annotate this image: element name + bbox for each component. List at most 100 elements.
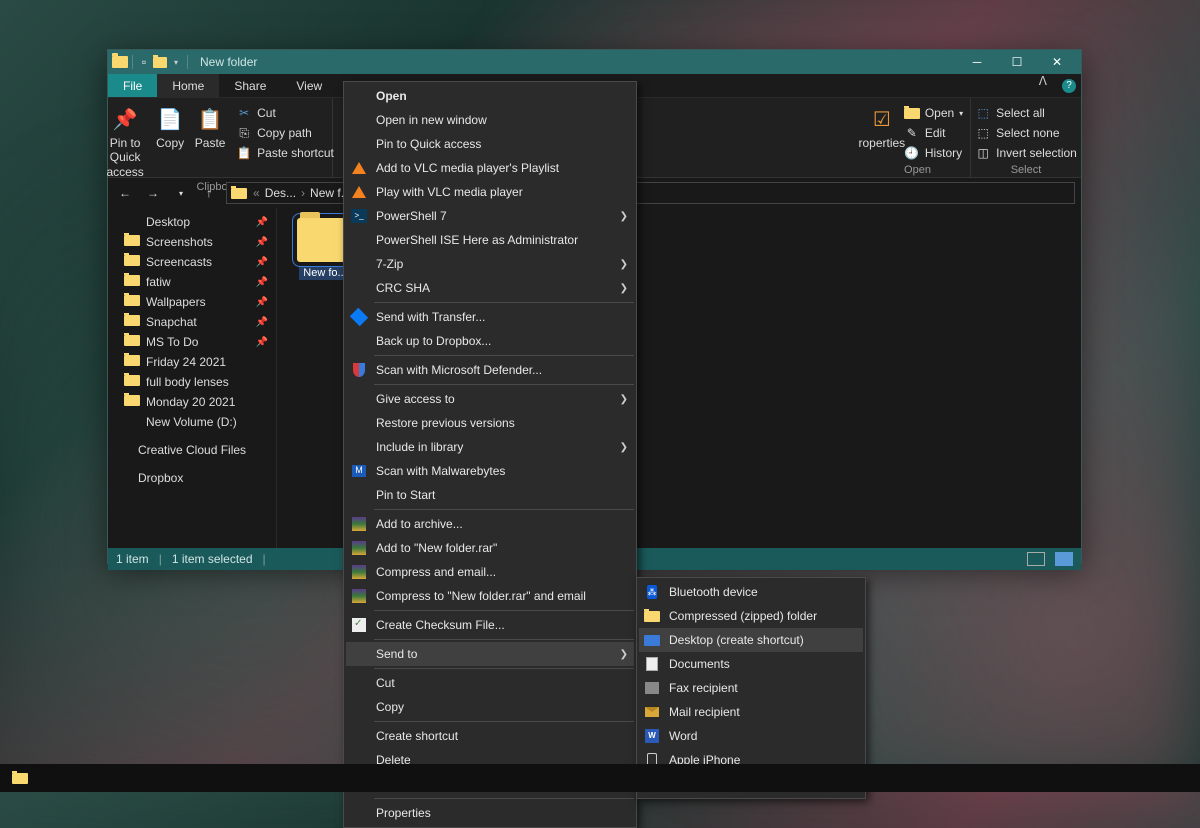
select-none-button[interactable]: ⬚Select none bbox=[971, 124, 1081, 142]
sidebar-item-label: Screenshots bbox=[146, 235, 213, 249]
breadcrumb-segment[interactable]: Des... bbox=[262, 186, 299, 200]
menu-item[interactable]: PowerShell ISE Here as Administrator bbox=[346, 228, 634, 252]
sidebar-item[interactable]: fatiw📌 bbox=[108, 272, 276, 292]
menu-item[interactable]: WWord bbox=[639, 724, 863, 748]
qat-properties-icon[interactable]: ▫ bbox=[137, 55, 151, 69]
blank-icon bbox=[350, 136, 368, 152]
paste-shortcut-button[interactable]: 📋Paste shortcut bbox=[232, 144, 338, 162]
close-button[interactable]: ✕ bbox=[1037, 50, 1077, 74]
menu-item[interactable]: CRC SHA❯ bbox=[346, 276, 634, 300]
back-button[interactable]: ← bbox=[114, 182, 136, 204]
folder-icon bbox=[124, 335, 140, 349]
tab-file[interactable]: File bbox=[108, 74, 157, 97]
menu-item[interactable]: Include in library❯ bbox=[346, 435, 634, 459]
pin-icon: 📌 bbox=[256, 257, 268, 268]
menu-item[interactable]: >_PowerShell 7❯ bbox=[346, 204, 634, 228]
menu-item-label: Open in new window bbox=[376, 113, 628, 127]
menu-item[interactable]: Open bbox=[346, 84, 634, 108]
up-button[interactable]: ↑ bbox=[198, 182, 220, 204]
menu-item-label: Desktop (create shortcut) bbox=[669, 633, 857, 647]
open-button[interactable]: Open ▾ bbox=[900, 104, 967, 122]
menu-item[interactable]: Copy bbox=[346, 695, 634, 719]
navigation-sidebar[interactable]: Desktop📌Screenshots📌Screencasts📌fatiw📌Wa… bbox=[108, 208, 276, 548]
tab-home[interactable]: Home bbox=[157, 74, 219, 97]
menu-item[interactable]: Add to archive... bbox=[346, 512, 634, 536]
menu-item-label: Restore previous versions bbox=[376, 416, 628, 430]
collapse-ribbon-icon[interactable]: ᐱ bbox=[1035, 74, 1051, 97]
menu-item[interactable]: Compressed (zipped) folder bbox=[639, 604, 863, 628]
sidebar-item[interactable]: Monday 20 2021 bbox=[108, 392, 276, 412]
tab-view[interactable]: View bbox=[281, 74, 337, 97]
sidebar-item[interactable]: Screencasts📌 bbox=[108, 252, 276, 272]
minimize-button[interactable]: ─ bbox=[957, 50, 997, 74]
menu-item[interactable]: Add to VLC media player's Playlist bbox=[346, 156, 634, 180]
menu-item-label: Back up to Dropbox... bbox=[376, 334, 628, 348]
recent-dropdown[interactable]: ▾ bbox=[170, 182, 192, 204]
menu-item[interactable]: Restore previous versions bbox=[346, 411, 634, 435]
menu-item[interactable]: Compress and email... bbox=[346, 560, 634, 584]
menu-item[interactable]: Give access to❯ bbox=[346, 387, 634, 411]
menu-item[interactable]: Fax recipient bbox=[639, 676, 863, 700]
cut-button[interactable]: ✂Cut bbox=[232, 104, 338, 122]
sidebar-item[interactable]: full body lenses bbox=[108, 372, 276, 392]
ribbon-group-label: Open bbox=[904, 164, 931, 176]
history-button[interactable]: 🕘History bbox=[900, 144, 967, 162]
sidebar-item[interactable]: Snapchat📌 bbox=[108, 312, 276, 332]
menu-item[interactable]: Create shortcut bbox=[346, 724, 634, 748]
menu-item[interactable]: MScan with Malwarebytes bbox=[346, 459, 634, 483]
menu-item[interactable]: Play with VLC media player bbox=[346, 180, 634, 204]
folder-icon bbox=[124, 255, 140, 269]
menu-item[interactable]: Compress to "New folder.rar" and email bbox=[346, 584, 634, 608]
menu-item[interactable]: Add to "New folder.rar" bbox=[346, 536, 634, 560]
menu-item[interactable]: Documents bbox=[639, 652, 863, 676]
menu-item[interactable]: ⁂Bluetooth device bbox=[639, 580, 863, 604]
sidebar-item[interactable]: Screenshots📌 bbox=[108, 232, 276, 252]
menu-item[interactable]: Mail recipient bbox=[639, 700, 863, 724]
menu-item[interactable]: Properties bbox=[346, 801, 634, 825]
sidebar-item[interactable]: Wallpapers📌 bbox=[108, 292, 276, 312]
menu-item[interactable]: Send with Transfer... bbox=[346, 305, 634, 329]
sidebar-item[interactable]: MS To Do📌 bbox=[108, 332, 276, 352]
menu-item[interactable]: 7-Zip❯ bbox=[346, 252, 634, 276]
ribbon-group-label: Select bbox=[1011, 164, 1042, 176]
forward-button[interactable]: → bbox=[142, 182, 164, 204]
menu-item[interactable]: Create Checksum File... bbox=[346, 613, 634, 637]
sidebar-item[interactable]: Creative Cloud Files bbox=[108, 440, 276, 460]
properties-button[interactable]: ☑roperties bbox=[868, 102, 896, 150]
select-all-button[interactable]: ⬚Select all bbox=[971, 104, 1081, 122]
menu-item[interactable]: Cut bbox=[346, 671, 634, 695]
sidebar-item[interactable]: Desktop📌 bbox=[108, 212, 276, 232]
sidebar-item[interactable]: New Volume (D:) bbox=[108, 412, 276, 432]
qat-dropdown-icon[interactable]: ▾ bbox=[169, 55, 183, 69]
history-icon: 🕘 bbox=[904, 145, 920, 161]
invert-selection-button[interactable]: ◫Invert selection bbox=[971, 144, 1081, 162]
sidebar-item-label: Wallpapers bbox=[146, 295, 206, 309]
help-button[interactable]: ? bbox=[1057, 74, 1081, 97]
menu-item[interactable]: Pin to Start bbox=[346, 483, 634, 507]
menu-item[interactable]: Desktop (create shortcut) bbox=[639, 628, 863, 652]
icons-view-button[interactable] bbox=[1055, 552, 1073, 566]
details-view-button[interactable] bbox=[1027, 552, 1045, 566]
edit-button[interactable]: ✎Edit bbox=[900, 124, 967, 142]
taskbar[interactable] bbox=[0, 764, 1200, 792]
copy-button[interactable]: 📄Copy bbox=[152, 102, 188, 150]
taskbar-explorer-icon[interactable] bbox=[4, 764, 36, 792]
qat-new-folder-icon[interactable] bbox=[153, 55, 167, 69]
menu-item[interactable]: Scan with Microsoft Defender... bbox=[346, 358, 634, 382]
sidebar-item[interactable]: Friday 24 2021 bbox=[108, 352, 276, 372]
menu-item-label: Add to archive... bbox=[376, 517, 628, 531]
pin-quick-access-button[interactable]: 📌Pin to Quick access bbox=[102, 102, 148, 179]
menu-item[interactable]: Open in new window bbox=[346, 108, 634, 132]
submenu-arrow-icon: ❯ bbox=[620, 211, 628, 222]
menu-item[interactable]: Send to❯ bbox=[346, 642, 634, 666]
blank-icon bbox=[350, 415, 368, 431]
sidebar-item[interactable]: Dropbox bbox=[108, 468, 276, 488]
titlebar[interactable]: ▫ ▾ New folder ─ ☐ ✕ bbox=[108, 50, 1081, 74]
tab-share[interactable]: Share bbox=[219, 74, 281, 97]
paste-button[interactable]: 📋Paste bbox=[192, 102, 228, 150]
menu-item[interactable]: Back up to Dropbox... bbox=[346, 329, 634, 353]
copy-path-button[interactable]: ⎘Copy path bbox=[232, 124, 338, 142]
menu-item[interactable]: Pin to Quick access bbox=[346, 132, 634, 156]
maximize-button[interactable]: ☐ bbox=[997, 50, 1037, 74]
folder-icon bbox=[643, 608, 661, 624]
